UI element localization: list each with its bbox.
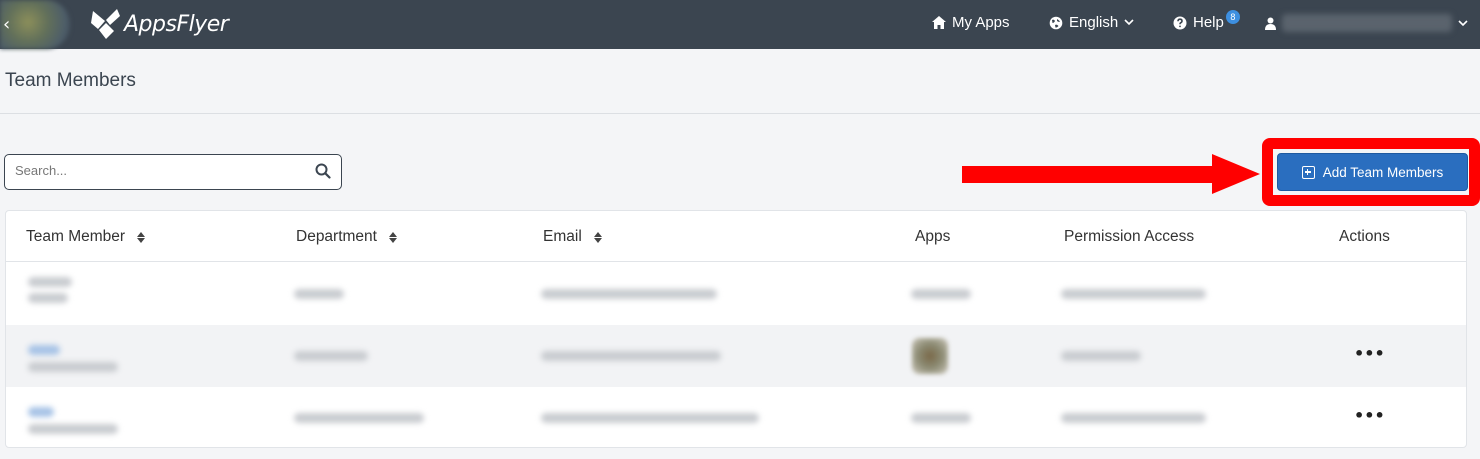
search-input[interactable]	[15, 163, 305, 178]
back-chevron-icon[interactable]: ‹	[3, 14, 10, 35]
nav-my-apps-label: My Apps	[952, 14, 1010, 31]
member-name-redacted[interactable]	[28, 407, 54, 417]
user-name-redacted	[1282, 14, 1452, 32]
email-redacted	[541, 351, 721, 361]
help-menu[interactable]: Help 8	[1173, 10, 1240, 31]
apps-redacted	[911, 289, 971, 299]
question-circle-icon	[1173, 16, 1187, 29]
help-label-wrap: Help 8	[1193, 10, 1240, 31]
plus-square-icon	[1301, 165, 1315, 179]
member-name-redacted	[28, 277, 72, 287]
sort-icon[interactable]	[137, 231, 146, 243]
appsflyer-logo-icon	[91, 9, 120, 39]
search-icon[interactable]	[315, 163, 331, 179]
column-label: Email	[543, 228, 582, 245]
column-label: Actions	[1339, 228, 1390, 245]
permission-redacted	[1061, 289, 1206, 299]
logo-text: AppsFlyer	[124, 11, 229, 37]
page-title: Team Members	[5, 70, 136, 91]
search-box	[4, 154, 342, 190]
sort-icon[interactable]	[593, 231, 602, 243]
account-avatar[interactable]	[0, 0, 70, 49]
annotation-arrow-head	[1212, 154, 1260, 194]
globe-icon	[1049, 16, 1063, 29]
column-label: Permission Access	[1064, 228, 1195, 245]
user-menu[interactable]	[1265, 14, 1468, 32]
top-nav-bar: ‹ AppsFlyer My Apps English Help 8	[0, 0, 1480, 49]
member-role-redacted	[28, 362, 118, 372]
help-label: Help	[1193, 14, 1224, 31]
user-icon	[1265, 17, 1276, 30]
nav-my-apps[interactable]: My Apps	[932, 14, 1010, 31]
column-label: Apps	[915, 228, 951, 245]
column-header-team-member[interactable]: Team Member	[26, 228, 146, 246]
department-redacted	[294, 351, 368, 361]
help-notification-badge: 8	[1225, 10, 1240, 24]
language-selector[interactable]: English	[1049, 14, 1134, 31]
language-label: English	[1069, 14, 1119, 31]
table-row: •••	[6, 325, 1466, 387]
table-row	[6, 263, 1466, 325]
home-icon	[932, 16, 946, 29]
column-header-permission-access: Permission Access	[1064, 228, 1194, 246]
email-redacted	[541, 289, 717, 299]
row-actions-menu-icon[interactable]: •••	[1354, 344, 1385, 363]
department-redacted	[294, 289, 344, 299]
add-team-members-button[interactable]: Add Team Members	[1277, 153, 1468, 191]
app-icon	[912, 338, 948, 374]
column-label: Team Member	[26, 228, 126, 245]
table-header: Team Member Department Email Apps Permis…	[6, 211, 1466, 262]
member-role-redacted	[28, 293, 68, 303]
member-role-redacted	[28, 424, 118, 434]
permission-redacted	[1061, 351, 1141, 361]
row-actions-menu-icon[interactable]: •••	[1354, 406, 1385, 425]
chevron-down-icon	[1124, 19, 1134, 26]
add-team-members-label: Add Team Members	[1322, 164, 1444, 180]
column-label: Department	[296, 228, 377, 245]
column-header-email[interactable]: Email	[543, 228, 602, 246]
table-row: •••	[6, 387, 1466, 447]
title-divider	[0, 113, 1480, 114]
permission-redacted	[1061, 413, 1206, 423]
appsflyer-logo[interactable]: AppsFlyer	[90, 7, 229, 41]
team-members-table: Team Member Department Email Apps Permis…	[5, 210, 1467, 448]
annotation-arrow-shaft	[962, 166, 1218, 183]
column-header-department[interactable]: Department	[296, 228, 397, 246]
sort-icon[interactable]	[388, 231, 397, 243]
chevron-down-icon	[1458, 19, 1468, 26]
column-header-apps: Apps	[915, 228, 950, 246]
apps-redacted	[911, 413, 971, 423]
department-redacted	[294, 413, 424, 423]
email-redacted	[541, 413, 759, 423]
column-header-actions: Actions	[1339, 228, 1390, 246]
member-name-redacted[interactable]	[28, 345, 60, 355]
